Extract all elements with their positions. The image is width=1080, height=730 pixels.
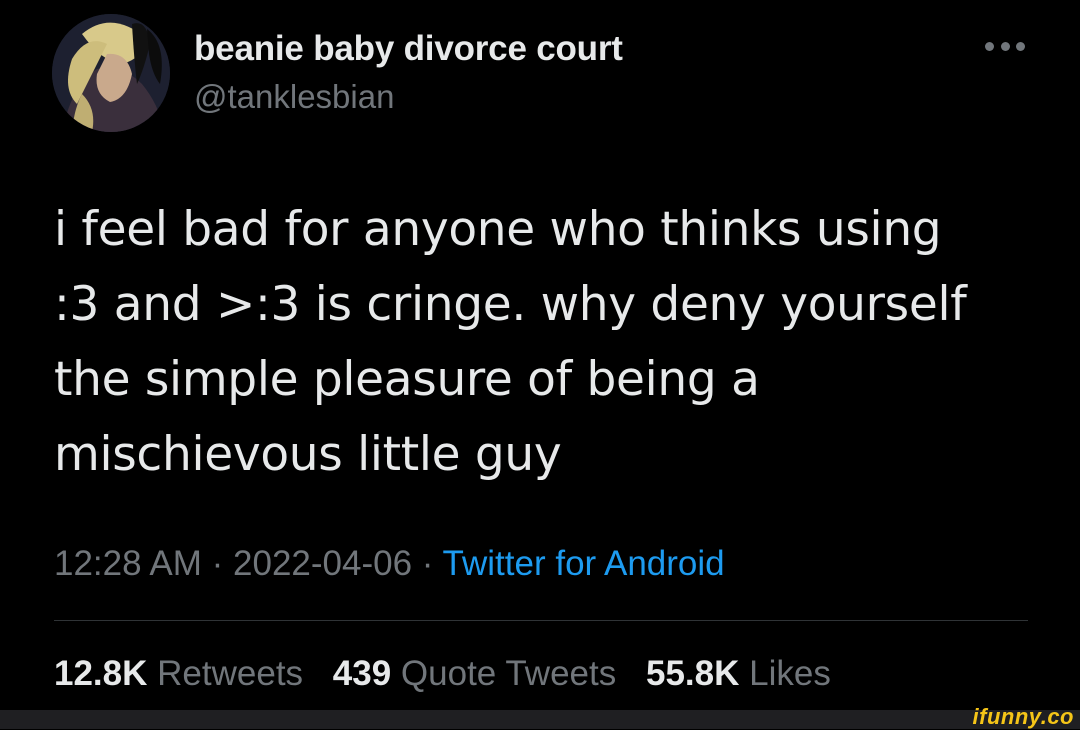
retweets-label: Retweets: [157, 654, 304, 693]
retweets-stat[interactable]: 12.8K Retweets: [54, 654, 303, 693]
tweet-text-line: :3 and >:3 is cringe. why deny yourself: [54, 277, 967, 332]
more-dot: [985, 41, 994, 51]
likes-count: 55.8K: [645, 654, 740, 693]
tweet-stats: 12.8K Retweets 439 Quote Tweets 55.8K Li…: [54, 654, 831, 694]
tweet-text: i feel bad for anyone who thinks using :…: [54, 192, 1044, 492]
tweet-text-line: mischievous little guy: [54, 427, 562, 482]
quotes-count: 439: [332, 654, 392, 693]
tweet-text-line: the simple pleasure of being a: [54, 352, 760, 407]
more-dot: [1000, 41, 1010, 51]
author-display-name[interactable]: beanie baby divorce court: [194, 29, 623, 69]
tweet-meta: 12:28 AM · 2022-04-06 · Twitter for Andr…: [54, 544, 725, 584]
meta-separator: ·: [421, 544, 434, 583]
quotes-label: Quote Tweets: [400, 654, 617, 693]
watermark-bar: [0, 710, 1080, 729]
profile-avatar-icon: [52, 14, 170, 132]
tweet-source-link[interactable]: Twitter for Android: [443, 544, 725, 583]
retweets-count: 12.8K: [54, 654, 148, 693]
tweet-date[interactable]: 2022-04-06: [233, 544, 412, 583]
ifunny-watermark: ifunny.co: [972, 704, 1074, 729]
more-options-icon[interactable]: [985, 40, 1025, 52]
more-dot: [1016, 41, 1025, 51]
author-handle[interactable]: @tanklesbian: [194, 78, 394, 116]
likes-stat[interactable]: 55.8K Likes: [646, 654, 831, 693]
divider: [54, 620, 1028, 621]
likes-label: Likes: [749, 654, 831, 693]
tweet-card: beanie baby divorce court @tanklesbian i…: [0, 0, 1080, 710]
meta-separator: ·: [211, 544, 224, 583]
tweet-time[interactable]: 12:28 AM: [54, 544, 202, 583]
tweet-text-line: i feel bad for anyone who thinks using: [54, 202, 942, 257]
quotes-stat[interactable]: 439 Quote Tweets: [333, 654, 616, 693]
avatar[interactable]: [52, 14, 170, 132]
